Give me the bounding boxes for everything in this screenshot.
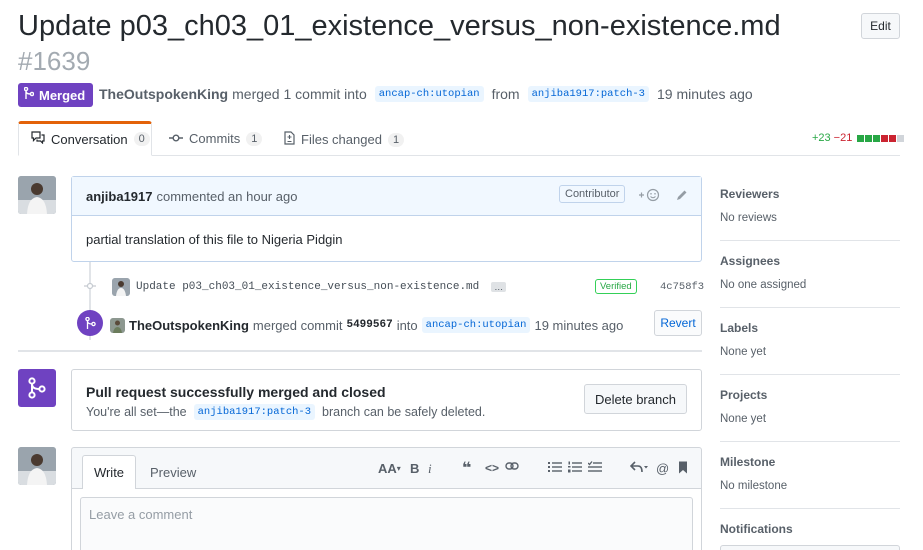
pr-number: #1639: [18, 46, 91, 76]
sidebar-divider: [720, 508, 900, 509]
diffstat-square: [897, 134, 905, 142]
avatar[interactable]: [110, 317, 125, 333]
tab-files-changed[interactable]: Files changed 1: [284, 131, 405, 148]
diffstat-square: [873, 134, 881, 142]
commit-row: Update p03_ch03_01_existence_versus_non-…: [84, 277, 507, 297]
file-diff-icon: [284, 131, 295, 148]
subscribe-button[interactable]: [720, 545, 900, 550]
sidebar-notifications-title: Notifications: [720, 522, 793, 536]
sidebar-reviewers-value: No reviews: [720, 212, 777, 224]
merge-status-box: Pull request successfully merged and clo…: [71, 369, 702, 431]
smiley-icon[interactable]: [638, 188, 660, 205]
merge-status-subtitle: You're all set—the anjiba1917:patch-3 br…: [86, 404, 486, 420]
sidebar-projects-title[interactable]: Projects: [720, 388, 767, 402]
avatar[interactable]: [112, 278, 130, 296]
sidebar-assignees-value: No one assigned: [720, 279, 807, 291]
diffstat-square: [857, 134, 865, 142]
git-merge-icon: [23, 86, 35, 103]
verified-badge[interactable]: Verified: [595, 279, 637, 294]
additions-count: +23: [812, 132, 831, 144]
diffstat-square: [889, 134, 897, 142]
diffstat: +23 −21: [812, 132, 905, 144]
base-branch[interactable]: ancap-ch:utopian: [421, 317, 531, 333]
sidebar-milestone-value: No milestone: [720, 480, 788, 492]
comment-composer: Write Preview AA ▾ B i ❝ <> @ Leave a com…: [71, 447, 702, 550]
comment-box: anjiba1917 commented an hour ago Contrib…: [71, 176, 702, 262]
git-commit-icon: [84, 281, 96, 294]
revert-button[interactable]: Revert: [654, 310, 702, 336]
bold-button[interactable]: B: [410, 461, 419, 476]
merge-time: 19 minutes ago: [656, 86, 753, 102]
italic-button[interactable]: i: [428, 461, 432, 477]
edit-button[interactable]: Edit: [861, 13, 900, 39]
delete-branch-button[interactable]: Delete branch: [584, 384, 687, 414]
merge-summary: TheOutspokenKing merged 1 commit into an…: [99, 86, 753, 102]
tab-preview[interactable]: Preview: [150, 465, 196, 480]
tab-write[interactable]: Write: [82, 455, 136, 489]
sidebar-divider: [720, 441, 900, 442]
sidebar-labels-value: None yet: [720, 346, 767, 358]
sidebar-divider: [720, 307, 900, 308]
expand-commit-button[interactable]: …: [491, 282, 507, 292]
pr-title: Update p03_ch03_01_existence_versus_non-…: [18, 10, 781, 42]
avatar[interactable]: [18, 447, 56, 485]
merger-link[interactable]: TheOutspokenKing: [99, 86, 228, 102]
diffstat-bar: [857, 134, 905, 142]
tab-count: 1: [387, 132, 405, 147]
code-button[interactable]: <>: [485, 461, 499, 475]
deletions-count: −21: [833, 132, 853, 144]
ordered-list-icon[interactable]: [568, 461, 582, 473]
comment-body: partial translation of this file to Nige…: [86, 232, 343, 247]
sidebar-assignees-title[interactable]: Assignees: [720, 254, 780, 268]
tab-count: 0: [133, 132, 150, 146]
git-merge-icon: [77, 310, 103, 336]
header-text-button[interactable]: AA ▾: [378, 461, 401, 476]
head-branch[interactable]: anjiba1917:patch-3: [193, 404, 316, 420]
timeline-divider: [18, 350, 702, 352]
unordered-list-icon[interactable]: [548, 461, 562, 473]
quote-button[interactable]: ❝: [462, 458, 471, 478]
commit-sha[interactable]: 4c758f3: [660, 281, 704, 293]
commit-message[interactable]: Update p03_ch03_01_existence_versus_non-…: [136, 281, 479, 293]
merged-badge-label: Merged: [39, 87, 86, 103]
sidebar-milestone-title[interactable]: Milestone: [720, 455, 775, 469]
diffstat-square: [881, 134, 889, 142]
reply-icon[interactable]: [630, 461, 648, 473]
tab-commits[interactable]: Commits 1: [169, 131, 263, 146]
comment-author[interactable]: anjiba1917: [86, 189, 153, 204]
comment-discussion-icon: [31, 131, 45, 147]
sidebar-labels-title[interactable]: Labels: [720, 321, 758, 335]
git-merge-icon: [18, 369, 56, 407]
tab-conversation[interactable]: Conversation 0: [31, 131, 150, 147]
git-commit-icon: [169, 131, 183, 146]
merger-link[interactable]: TheOutspokenKing: [129, 318, 249, 333]
sidebar-divider: [720, 374, 900, 375]
avatar[interactable]: [18, 176, 56, 214]
tab-count: 1: [246, 131, 263, 146]
diffstat-square: [865, 134, 873, 142]
head-branch[interactable]: anjiba1917:patch-3: [527, 86, 649, 102]
merge-event-text: TheOutspokenKing merged commit 5499567 i…: [110, 317, 623, 333]
merged-status-badge: Merged: [18, 83, 94, 107]
sidebar-reviewers-title[interactable]: Reviewers: [720, 187, 779, 201]
base-branch[interactable]: ancap-ch:utopian: [374, 86, 484, 102]
comment-meta[interactable]: commented an hour ago: [157, 189, 298, 204]
contributor-badge: Contributor: [559, 185, 626, 203]
sidebar-projects-value: None yet: [720, 413, 767, 425]
comment-header: anjiba1917 commented an hour ago Contrib…: [72, 177, 701, 216]
bookmark-icon[interactable]: [678, 461, 688, 474]
sidebar-divider: [720, 240, 900, 241]
merge-status-title: Pull request successfully merged and clo…: [86, 384, 386, 400]
task-list-icon[interactable]: [588, 461, 602, 473]
comment-input[interactable]: Leave a comment: [80, 497, 693, 550]
merge-commit-sha[interactable]: 5499567: [346, 319, 392, 331]
mention-button[interactable]: @: [656, 461, 669, 476]
link-icon[interactable]: [505, 461, 519, 471]
merge-time: 19 minutes ago: [534, 317, 624, 333]
pencil-icon[interactable]: [675, 189, 688, 205]
